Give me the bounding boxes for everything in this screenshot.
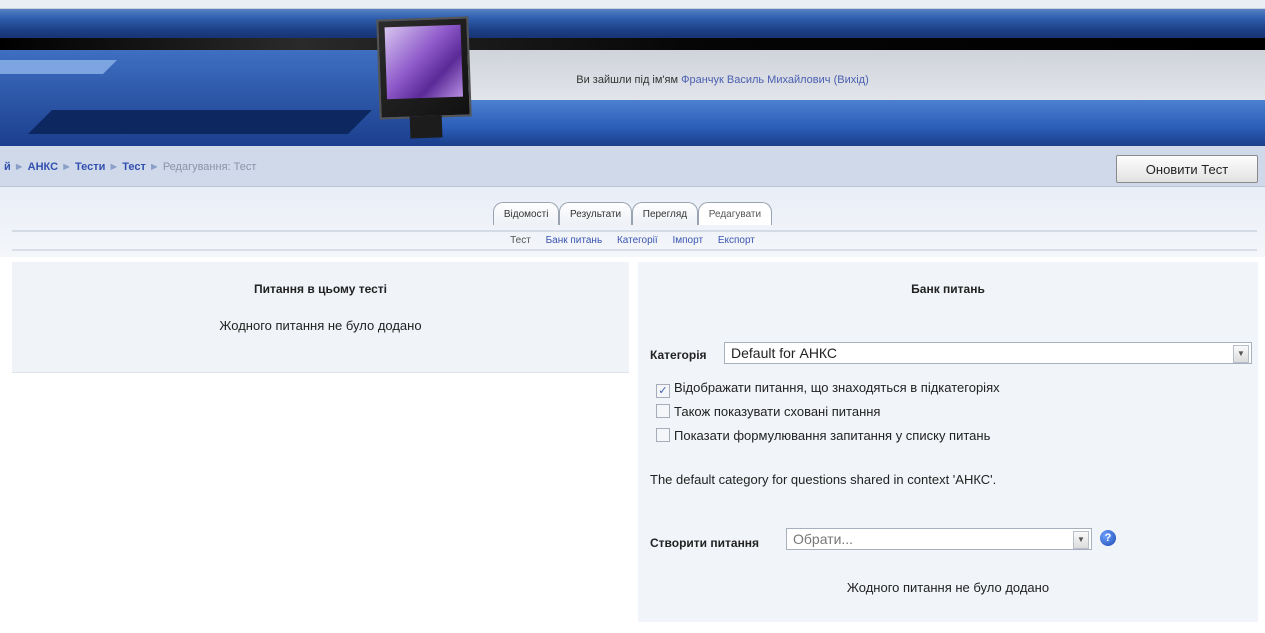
breadcrumb: й ► АНКС ► Тести ► Тест ► Редагування: Тест bbox=[4, 161, 256, 173]
category-value: Default for АНКС bbox=[731, 345, 838, 361]
breadcrumb-separator: ► bbox=[108, 161, 120, 173]
banner-stripe bbox=[0, 60, 117, 74]
tab-bar: Відомості Результати Перегляд Редагувати bbox=[0, 202, 1265, 232]
category-select[interactable]: Default for АНКС ▼ bbox=[724, 342, 1252, 364]
panel-title: Банк питань bbox=[911, 282, 985, 296]
breadcrumb-current: Редагування: Тест bbox=[162, 161, 257, 173]
breadcrumb-tests[interactable]: Тести bbox=[75, 161, 105, 173]
subtab-import[interactable]: Імпорт bbox=[672, 235, 703, 246]
tab-preview[interactable]: Перегляд bbox=[631, 202, 699, 225]
top-strip bbox=[0, 0, 1265, 9]
breadcrumb-separator: ► bbox=[148, 161, 160, 173]
banner-black-bar bbox=[0, 38, 1265, 50]
tab-divider bbox=[12, 230, 1257, 232]
tab-results[interactable]: Результати bbox=[559, 202, 633, 225]
navbar: й ► АНКС ► Тести ► Тест ► Редагування: Тест bbox=[0, 146, 1265, 187]
create-question-select[interactable]: Обрати... ▼ bbox=[786, 528, 1092, 550]
tab-info[interactable]: Відомості bbox=[492, 202, 560, 225]
option-subcategories[interactable]: ✓ Відображати питання, що знаходяться в п… bbox=[656, 376, 1000, 400]
empty-message: Жодного питання не було додано bbox=[219, 318, 422, 333]
chevron-down-icon[interactable]: ▼ bbox=[1233, 345, 1249, 363]
help-icon[interactable]: ? bbox=[1100, 530, 1116, 546]
empty-message: Жодного питання не було додано bbox=[846, 580, 1050, 595]
option-hidden-questions[interactable]: Також показувати сховані питання bbox=[656, 400, 1000, 424]
checkbox-icon[interactable] bbox=[656, 428, 670, 442]
option-label: Також показувати сховані питання bbox=[674, 404, 881, 419]
chevron-down-icon[interactable]: ▼ bbox=[1073, 531, 1089, 549]
category-label: Категорія bbox=[650, 348, 707, 362]
header-banner bbox=[0, 0, 1265, 146]
logout-link[interactable]: (Вихід) bbox=[834, 74, 869, 86]
login-prefix: Ви зайшли під ім'ям bbox=[576, 74, 679, 86]
subtab-test: Тест bbox=[510, 235, 531, 246]
questions-in-test-panel: Питання в цьому тесті Жодного питання не… bbox=[12, 262, 629, 373]
tab-edit[interactable]: Редагувати bbox=[697, 202, 773, 225]
login-info: Ви зайшли під ім'ям Франчук Василь Михай… bbox=[0, 74, 1265, 86]
panel-title: Питання в цьому тесті bbox=[253, 282, 388, 296]
subtab-divider bbox=[12, 249, 1257, 251]
breadcrumb-home[interactable]: й bbox=[4, 161, 11, 173]
subtab-categories[interactable]: Категорії bbox=[617, 235, 658, 246]
breadcrumb-separator: ► bbox=[61, 161, 72, 173]
banner-stripe bbox=[28, 110, 372, 134]
update-test-button[interactable]: Оновити Тест bbox=[1116, 155, 1258, 183]
create-question-placeholder: Обрати... bbox=[793, 531, 854, 547]
option-label: Показати формулювання запитання у списку… bbox=[674, 428, 991, 443]
subtab-question-bank[interactable]: Банк питань bbox=[546, 235, 603, 246]
option-show-question-text[interactable]: Показати формулювання запитання у списку… bbox=[656, 424, 1000, 448]
user-name-link[interactable]: Франчук Василь Михайлович bbox=[681, 74, 830, 86]
monitor-logo-icon bbox=[376, 16, 472, 139]
checkbox-checked-icon[interactable]: ✓ bbox=[656, 384, 670, 398]
checkbox-icon[interactable] bbox=[656, 404, 670, 418]
subtab-export[interactable]: Експорт bbox=[718, 235, 755, 246]
create-question-label: Створити питання bbox=[650, 536, 760, 550]
question-bank-panel: Банк питань Категорія Default for АНКС ▼… bbox=[638, 262, 1258, 622]
category-description: The default category for questions share… bbox=[650, 472, 997, 487]
subtab-bar: Тест Банк питань Категорії Імпорт Експор… bbox=[0, 235, 1265, 246]
breadcrumb-test[interactable]: Тест bbox=[122, 161, 146, 173]
option-label: Відображати питання, що знаходяться в пі… bbox=[674, 380, 1000, 395]
breadcrumb-course[interactable]: АНКС bbox=[28, 161, 58, 173]
breadcrumb-separator: ► bbox=[13, 161, 25, 173]
filter-options: ✓ Відображати питання, що знаходяться в п… bbox=[656, 376, 1000, 448]
